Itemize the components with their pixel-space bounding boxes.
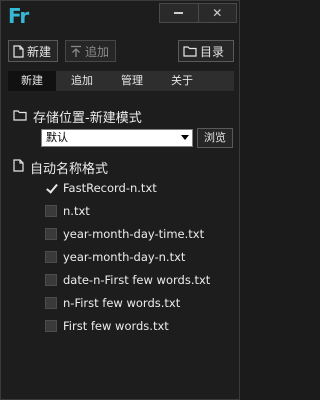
new-file-button[interactable]: 新建 (8, 40, 58, 62)
append-button[interactable]: 追加 (65, 40, 116, 62)
chevron-down-icon (181, 135, 189, 140)
tab-about[interactable]: 关于 (158, 71, 206, 91)
append-button-label: 追加 (85, 44, 110, 59)
format-option-date-time[interactable]: year-month-day-time.txt (45, 227, 204, 241)
file-icon (13, 159, 24, 176)
format-option-n-words[interactable]: n-First few words.txt (45, 296, 180, 310)
checkbox[interactable] (45, 297, 57, 309)
format-option-fastrecord[interactable]: FastRecord-n.txt (45, 181, 157, 195)
file-icon (13, 44, 24, 58)
tab-new[interactable]: 新建 (8, 71, 56, 91)
upload-icon (70, 45, 82, 58)
tab-manage[interactable]: 管理 (108, 71, 156, 91)
folder-icon (13, 109, 27, 125)
format-option-date-n[interactable]: year-month-day-n.txt (45, 250, 185, 264)
directory-button[interactable]: 目录 (178, 40, 234, 62)
new-button-label: 新建 (27, 44, 52, 59)
checkbox[interactable] (45, 251, 57, 263)
format-option-label: year-month-day-time.txt (63, 227, 205, 241)
checkbox[interactable] (45, 320, 57, 332)
format-option-words[interactable]: First few words.txt (45, 319, 169, 333)
format-option-label: First few words.txt (63, 319, 169, 333)
directory-button-label: 目录 (200, 44, 225, 59)
folder-icon (183, 45, 197, 57)
storage-location-select[interactable]: 默认 (41, 129, 193, 147)
close-button[interactable]: ✕ (197, 4, 237, 22)
browse-button[interactable]: 浏览 (197, 128, 233, 148)
format-option-label: n.txt (63, 204, 90, 218)
storage-section-heading: 存储位置-新建模式 (13, 107, 142, 126)
format-option-label: year-month-day-n.txt (63, 250, 186, 264)
window-controls: ✕ (159, 3, 237, 23)
format-option-label: n-First few words.txt (63, 296, 181, 310)
autoname-section-heading: 自动名称格式 (13, 158, 108, 177)
storage-selected-value: 默认 (46, 131, 68, 144)
title-bar: Fr ✕ (1, 1, 239, 35)
format-option-label: date-n-First few words.txt (63, 273, 211, 287)
storage-heading-text: 存储位置-新建模式 (33, 111, 142, 126)
format-option-date-n-words[interactable]: date-n-First few words.txt (45, 273, 210, 287)
app-window: Fr ✕ 新建 追加 目录 新建 追加 管理 关于 存储位置-新建模式 默认 浏… (0, 0, 240, 400)
minimize-icon (174, 12, 184, 14)
format-option-n[interactable]: n.txt (45, 204, 90, 218)
checkbox[interactable] (45, 205, 57, 217)
tab-bar: 新建 追加 管理 关于 (8, 71, 234, 91)
tab-append[interactable]: 追加 (58, 71, 106, 91)
autoname-heading-text: 自动名称格式 (30, 162, 109, 177)
app-logo: Fr (8, 4, 29, 28)
checkbox[interactable] (45, 274, 57, 286)
minimize-button[interactable] (160, 4, 198, 22)
format-option-label: FastRecord-n.txt (63, 181, 157, 195)
checkbox[interactable] (45, 228, 57, 240)
checkbox-checked[interactable] (45, 182, 57, 194)
toolbar: 新建 追加 目录 (8, 40, 234, 64)
close-icon: ✕ (212, 6, 223, 20)
